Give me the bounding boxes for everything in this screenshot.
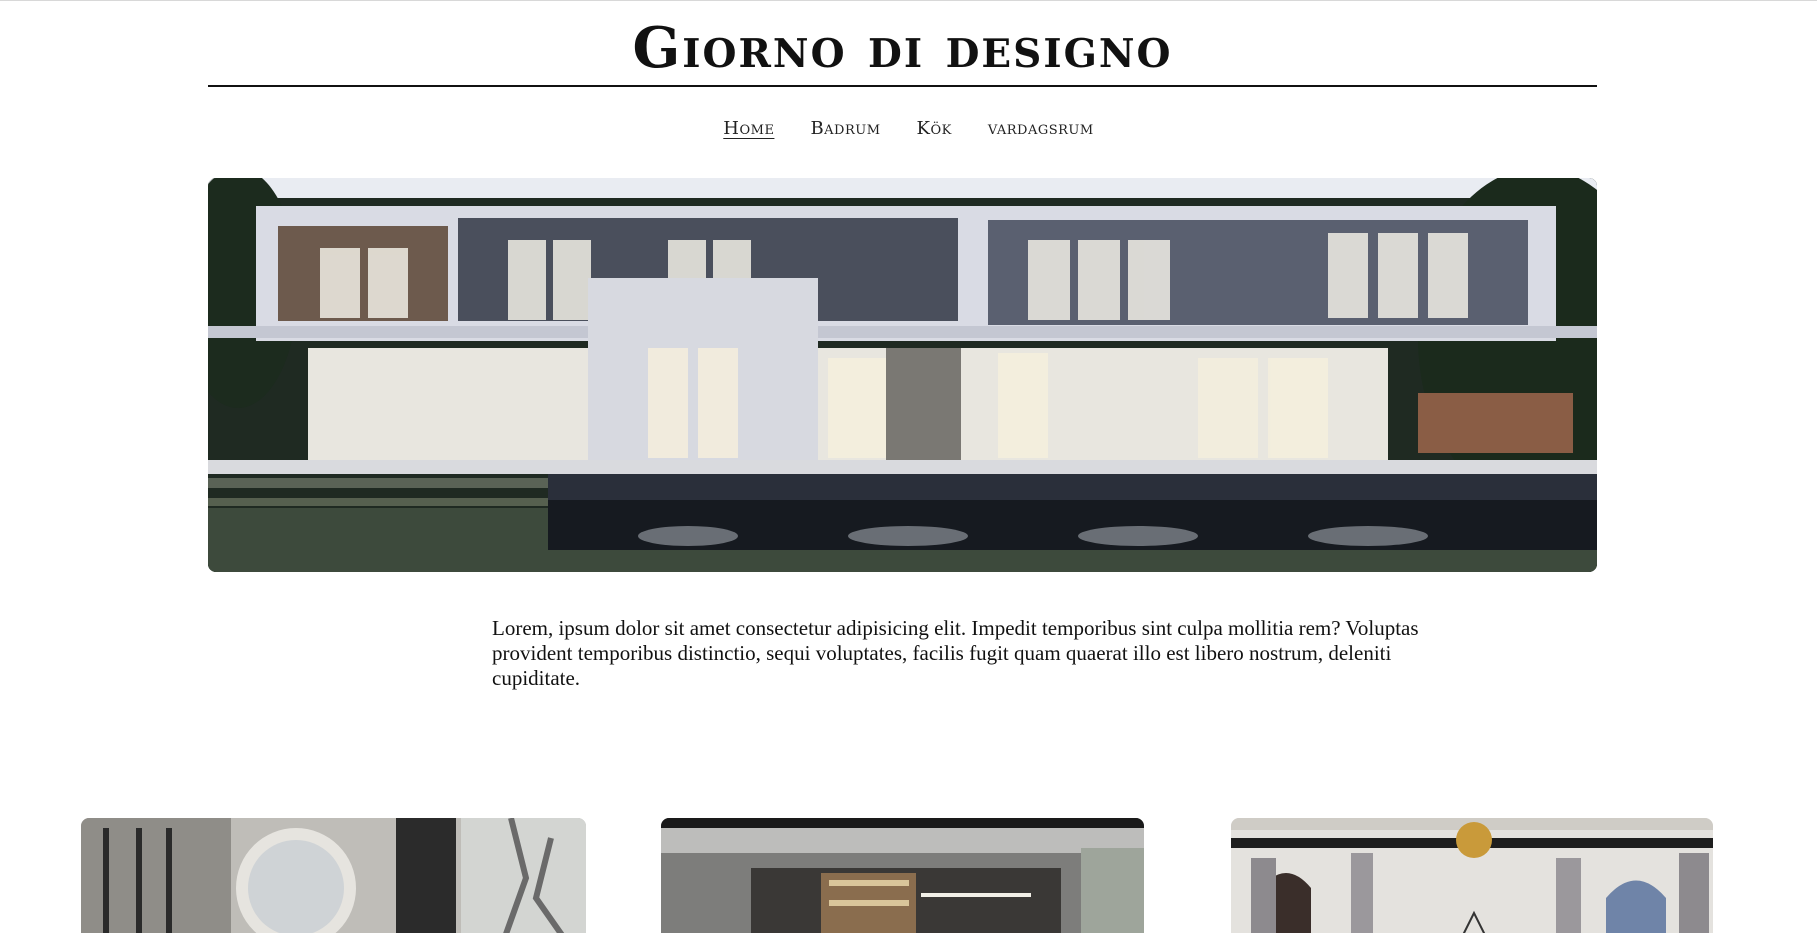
card-living-room-image[interactable] xyxy=(1231,818,1713,933)
title-divider xyxy=(208,85,1597,87)
nav-item-home[interactable]: Home xyxy=(723,118,774,139)
top-border xyxy=(0,0,1817,1)
intro-paragraph: Lorem, ipsum dolor sit amet consectetur … xyxy=(492,616,1419,690)
site-title: Giorno di designo xyxy=(632,15,1173,81)
main-nav: Home Badrum Kök vardagsrum xyxy=(0,118,1817,139)
nav-item-badrum[interactable]: Badrum xyxy=(810,118,880,139)
card-bathroom-image[interactable] xyxy=(81,818,586,933)
nav-item-kok[interactable]: Kök xyxy=(917,118,952,139)
card-kitchen-image[interactable] xyxy=(661,818,1144,933)
nav-item-vardagsrum[interactable]: vardagsrum xyxy=(988,118,1094,139)
hero-image xyxy=(208,178,1597,572)
